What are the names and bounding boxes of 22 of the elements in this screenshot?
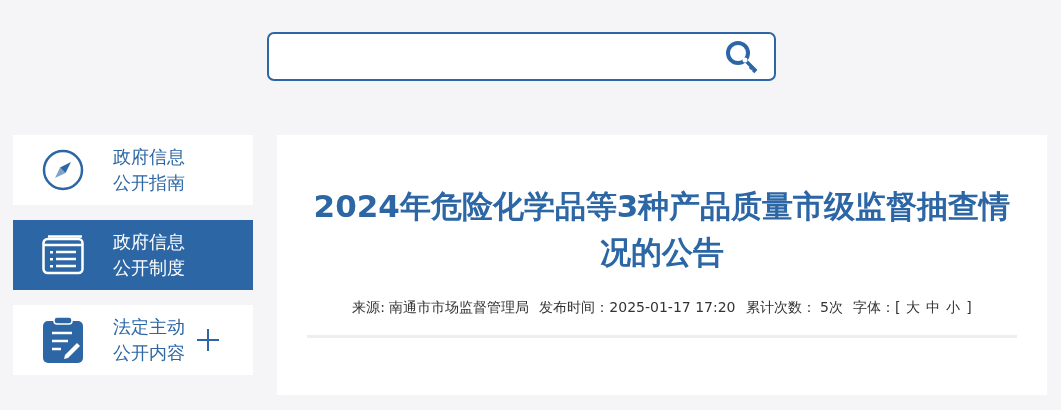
sidebar-item[interactable]: 政府信息公开制度 bbox=[13, 220, 253, 290]
sidebar-item[interactable]: 政府信息公开指南 bbox=[13, 135, 253, 205]
search-icon bbox=[725, 39, 759, 74]
search-button[interactable] bbox=[724, 38, 760, 75]
view-count: 累计次数： 5次 bbox=[745, 299, 843, 317]
plus-icon[interactable] bbox=[197, 329, 219, 351]
article-title: 2024年危险化学品等3种产品质量市级监督抽查情况的公告 bbox=[312, 187, 1012, 272]
search-field[interactable] bbox=[267, 32, 776, 81]
font-size-link[interactable]: 小 bbox=[946, 299, 961, 317]
sidebar-label: 法定主动公开内容 bbox=[113, 315, 185, 365]
bracket-text: ] bbox=[966, 299, 972, 317]
sidebar-item[interactable]: 法定主动公开内容 bbox=[13, 305, 253, 375]
sidebar-label: 政府信息公开制度 bbox=[113, 230, 185, 280]
source-text: 来源: 南通市市场监督管理局 bbox=[352, 299, 530, 317]
compass-icon bbox=[42, 149, 84, 191]
clipboard-icon bbox=[43, 317, 83, 363]
publish-time: 发布时间：2025-01-17 17:20 bbox=[539, 299, 736, 317]
font-size-link[interactable]: 大 bbox=[906, 299, 921, 317]
sidebar-label: 政府信息公开指南 bbox=[113, 145, 185, 195]
font-size-link[interactable]: 中 bbox=[926, 299, 941, 317]
font-size-label: 字体：[ bbox=[852, 299, 901, 317]
list-icon bbox=[42, 235, 84, 275]
